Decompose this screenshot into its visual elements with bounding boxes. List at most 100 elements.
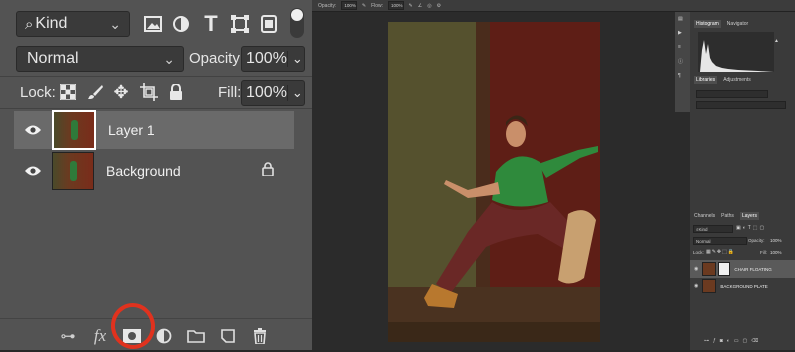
new-layer-icon[interactable] bbox=[212, 328, 244, 344]
chevron-down-icon: ⌄ bbox=[286, 51, 303, 67]
adjustment-filter-icon[interactable] bbox=[170, 13, 192, 35]
library-search[interactable] bbox=[696, 101, 786, 109]
divider bbox=[0, 318, 312, 319]
chevron-down-icon: ⌄ bbox=[109, 15, 121, 32]
layer-thumbnail bbox=[702, 279, 717, 293]
tab-histogram[interactable]: Histogram bbox=[694, 20, 721, 28]
layer-row-layer-1[interactable]: Layer 1 bbox=[14, 110, 294, 150]
lock-label: Lock: bbox=[693, 250, 704, 255]
lock-transparent-pixels-icon[interactable] bbox=[58, 82, 78, 102]
visibility-eye-icon[interactable]: ◉ bbox=[694, 266, 698, 272]
opacity-label: Opacity: bbox=[748, 238, 765, 243]
layer-thumbnail bbox=[52, 152, 94, 190]
fill-input[interactable]: 100% ⌄ bbox=[241, 80, 305, 106]
divider bbox=[0, 108, 312, 109]
lock-position-icon[interactable]: ✥ bbox=[111, 82, 131, 102]
blend-mode-select[interactable]: Normal bbox=[693, 237, 747, 245]
tab-navigator[interactable]: Navigator bbox=[727, 21, 748, 27]
tab-layers[interactable]: Layers bbox=[739, 212, 759, 220]
histogram-graph bbox=[698, 32, 774, 72]
warning-icon[interactable]: ▲ bbox=[774, 38, 779, 44]
histogram-tabs: Histogram Navigator bbox=[694, 20, 748, 28]
properties-icon[interactable]: ≡ bbox=[678, 44, 690, 50]
smart-object-filter-icon[interactable] bbox=[258, 13, 280, 35]
shape-filter-icon[interactable] bbox=[229, 13, 251, 35]
lock-all-icon[interactable] bbox=[166, 82, 186, 102]
pressure-size-icon[interactable]: ◎ bbox=[427, 3, 431, 9]
opacity-label: Opacity: bbox=[189, 50, 245, 67]
library-select[interactable] bbox=[696, 90, 768, 98]
fill-label: Fill: bbox=[218, 84, 242, 101]
document-photo[interactable] bbox=[388, 22, 600, 342]
opacity-value: 100% bbox=[344, 3, 356, 8]
info-icon[interactable]: ⓘ bbox=[678, 58, 690, 65]
opacity-label: Opacity: bbox=[318, 2, 337, 9]
flow-field[interactable]: 100% bbox=[388, 1, 404, 10]
layer-name: Layer 1 bbox=[108, 122, 155, 138]
fill-value[interactable]: 100% bbox=[770, 250, 782, 255]
visibility-eye-icon[interactable] bbox=[14, 152, 52, 190]
tab-adjustments[interactable]: Adjustments bbox=[723, 77, 751, 83]
paragraph-icon[interactable]: ¶ bbox=[678, 73, 690, 79]
filter-kind-select[interactable]: ⌕ Kind ⌄ bbox=[16, 11, 130, 37]
layers-bottom-toolbar: ⊶ fx bbox=[52, 324, 292, 348]
tab-paths[interactable]: Paths bbox=[721, 213, 734, 219]
opacity-field[interactable]: 100% bbox=[341, 1, 357, 10]
pressure-opacity-icon[interactable]: ✎ bbox=[362, 3, 366, 9]
layer-name: BACKGROUND PLATE bbox=[720, 283, 768, 289]
filter-type-icons[interactable]: ▣◐T⬚▢ bbox=[736, 225, 766, 231]
play-icon[interactable]: ▶ bbox=[678, 30, 690, 36]
link-icon[interactable]: ⊶ bbox=[52, 327, 84, 345]
symmetry-icon[interactable]: ⚙ bbox=[437, 3, 441, 9]
search-icon: ⌕ bbox=[25, 15, 34, 33]
trash-icon[interactable] bbox=[244, 328, 276, 344]
layer-row-background-plate[interactable]: ◉ BACKGROUND PLATE bbox=[690, 278, 795, 294]
filter-kind-select[interactable]: ⌕ Kind bbox=[693, 225, 733, 233]
options-bar: Opacity: 100% ✎ Flow: 100% ✎ ∠ ◎ ⚙ bbox=[312, 0, 795, 12]
visibility-eye-icon[interactable] bbox=[14, 111, 52, 149]
opacity-value[interactable]: 100% bbox=[770, 238, 782, 243]
layer-mask-thumbnail bbox=[718, 262, 731, 276]
divider bbox=[0, 76, 312, 77]
flow-label: Flow: bbox=[371, 2, 384, 9]
lock-icons[interactable]: ▦✎✥⬚🔒 bbox=[706, 249, 735, 255]
lock-image-pixels-icon[interactable] bbox=[86, 82, 106, 102]
layers-bottom-toolbar-small[interactable]: ⊶ƒ◙◐▭▢⌫ bbox=[704, 338, 762, 344]
visibility-eye-icon[interactable]: ◉ bbox=[694, 283, 698, 289]
opacity-input[interactable]: 100% ⌄ bbox=[241, 46, 305, 72]
fill-label: Fill: bbox=[760, 250, 767, 255]
chevron-down-icon: ⌄ bbox=[286, 85, 303, 101]
filter-kind-label: Kind bbox=[698, 226, 708, 232]
pixel-filter-icon[interactable] bbox=[142, 13, 164, 35]
lock-label: Lock: bbox=[20, 84, 56, 101]
panel-icon-strip: ▤ ▶ ≡ ⓘ ¶ bbox=[675, 12, 690, 112]
tab-libraries[interactable]: Libraries bbox=[694, 76, 718, 84]
layer-thumbnail bbox=[702, 262, 717, 276]
libraries-tabs: Libraries Adjustments bbox=[694, 76, 751, 84]
fill-value: 100% bbox=[246, 84, 287, 101]
tab-channels[interactable]: Channels bbox=[694, 213, 715, 219]
layer-row-background[interactable]: Background bbox=[14, 152, 294, 190]
layer-name: Background bbox=[106, 163, 181, 179]
filter-kind-label: Kind bbox=[35, 15, 68, 32]
history-icon[interactable]: ▤ bbox=[678, 16, 690, 22]
opacity-value: 100% bbox=[246, 50, 287, 67]
filter-toggle[interactable] bbox=[290, 8, 304, 38]
lock-artboard-icon[interactable] bbox=[139, 82, 159, 102]
layer-thumbnail bbox=[52, 110, 96, 150]
airbrush-icon[interactable]: ✎ bbox=[409, 3, 413, 9]
right-panels: Histogram Navigator ▲ Libraries Adjustme… bbox=[690, 12, 795, 350]
type-filter-icon[interactable]: T bbox=[200, 11, 222, 36]
folder-icon[interactable] bbox=[180, 329, 212, 343]
layer-row-chair-floating[interactable]: ◉ CHAIR FLOATING bbox=[690, 260, 795, 278]
flow-value: 100% bbox=[391, 3, 403, 8]
blend-mode-select[interactable]: Normal ⌄ bbox=[16, 46, 184, 72]
angle-icon[interactable]: ∠ bbox=[418, 3, 422, 9]
blend-mode-value: Normal bbox=[696, 238, 711, 244]
layers-tabs: Channels Paths Layers bbox=[694, 212, 759, 220]
layers-panel-zoomed: ⌕ Kind ⌄ T Normal ⌄ Opacity: 100% ⌄ Lock… bbox=[0, 0, 312, 352]
layer-name: CHAIR FLOATING bbox=[734, 266, 772, 272]
chevron-down-icon: ⌄ bbox=[163, 50, 175, 67]
lock-icon bbox=[262, 161, 274, 181]
blend-mode-value: Normal bbox=[27, 50, 79, 67]
